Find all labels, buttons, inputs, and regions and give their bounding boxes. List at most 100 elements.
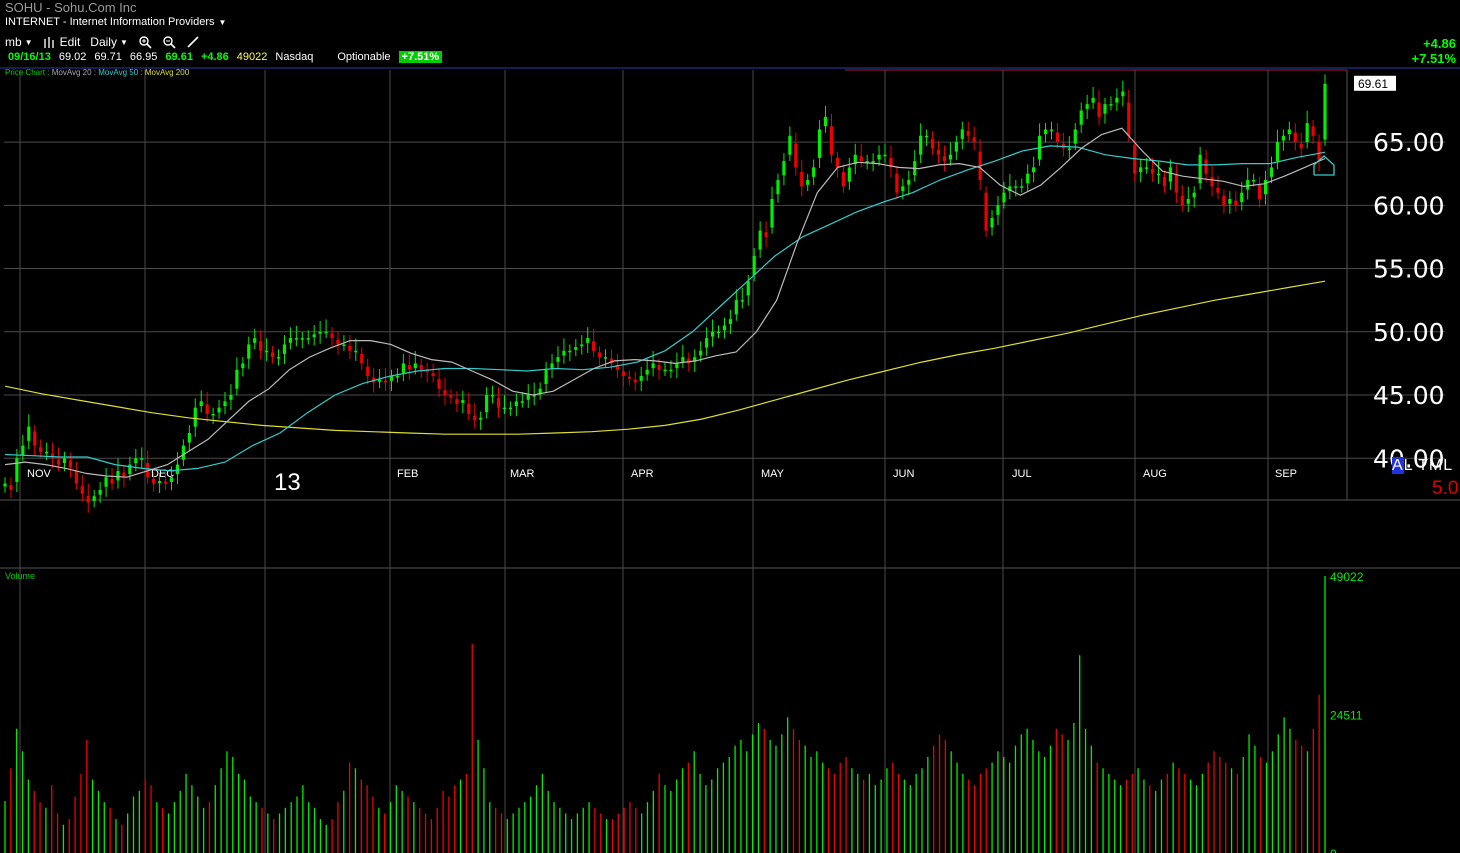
candle-body	[526, 395, 530, 400]
candle-body	[574, 346, 578, 350]
candle-body	[92, 496, 96, 501]
candle-body	[1222, 195, 1226, 206]
volume-tick-label: 49022	[1330, 570, 1364, 584]
candle-body	[1097, 102, 1101, 117]
candle-body	[710, 331, 715, 337]
month-tick-label: APR	[631, 468, 654, 480]
candle-body	[586, 338, 590, 343]
candle-body	[211, 414, 215, 416]
candle-body	[895, 173, 899, 193]
candle-body	[681, 357, 685, 362]
candle-body	[27, 426, 31, 441]
candle-body	[1180, 195, 1184, 206]
candle-body	[1263, 180, 1268, 195]
candle-body	[651, 363, 655, 369]
candle-body	[592, 341, 596, 351]
candle-body	[152, 478, 156, 484]
alt-tml-rest: L TML	[1403, 457, 1454, 474]
candle-body	[800, 172, 804, 187]
candle-body	[116, 470, 120, 481]
candle-body	[1281, 135, 1285, 141]
candle-body	[770, 199, 774, 228]
candle-body	[627, 376, 631, 379]
chart-legend: Price Chart : MovAvg 20 : MovAvg 50 : Mo…	[5, 68, 189, 77]
candle-body	[538, 388, 542, 394]
candle-body	[794, 143, 798, 168]
candle-body	[205, 404, 209, 414]
candle-body	[966, 131, 970, 136]
candle-body	[728, 319, 733, 324]
price-tick-label: 55.00	[1373, 255, 1445, 284]
candle-body	[455, 399, 459, 404]
candle-body	[324, 331, 328, 334]
candle-body	[407, 364, 411, 370]
candle-body	[657, 364, 661, 370]
candle-body	[817, 129, 822, 158]
month-tick-label: NOV	[27, 468, 52, 480]
candle-body	[98, 489, 102, 495]
candle-body	[56, 459, 61, 465]
candle-body	[568, 350, 572, 353]
month-tick-label: AUG	[1143, 468, 1167, 480]
candle-body	[449, 395, 453, 398]
candle-body	[15, 458, 19, 482]
candle-body	[306, 338, 310, 340]
candle-body	[1293, 132, 1297, 143]
side-value: 5.0	[1432, 478, 1459, 499]
alt-tml-label[interactable]: AL TML	[1392, 457, 1453, 475]
candle-body	[829, 126, 834, 155]
candle-body	[401, 363, 405, 373]
candle-body	[502, 407, 507, 410]
candle-body	[1079, 110, 1083, 125]
candle-body	[377, 379, 382, 382]
price-tick-label: 65.00	[1373, 128, 1445, 157]
price-tick-label: 45.00	[1373, 381, 1445, 410]
candle-body	[157, 481, 162, 483]
candle-body	[1121, 91, 1125, 97]
candle-body	[1186, 199, 1190, 204]
candle-body	[847, 167, 851, 182]
candle-body	[544, 369, 548, 384]
candle-body	[645, 369, 649, 375]
candle-body	[1240, 192, 1244, 203]
candle-body	[360, 353, 364, 364]
candle-body	[1210, 176, 1214, 187]
legend-ma20: MovAvg 20 :	[51, 68, 97, 77]
candle-body	[1311, 126, 1315, 136]
candle-body	[722, 325, 727, 331]
legend-price-chart: Price Chart :	[5, 68, 50, 77]
price-volume-chart[interactable]: 65.0060.0055.0050.0045.0040.00NOV DEC FEB M…	[0, 0, 1460, 853]
candle-body	[663, 369, 667, 372]
candle-body	[467, 403, 471, 414]
candle-body	[1192, 192, 1196, 198]
candle-body	[288, 338, 293, 343]
candle-body	[883, 154, 887, 157]
candle-body	[919, 135, 923, 155]
candle-body	[514, 401, 518, 407]
candle-body	[954, 142, 958, 152]
candle-body	[806, 180, 810, 185]
candle-body	[241, 363, 245, 369]
candle-body	[312, 334, 316, 338]
candle-body	[1252, 180, 1256, 182]
candle-body	[104, 477, 108, 487]
candle-body	[163, 481, 168, 484]
candle-body	[187, 432, 191, 443]
candle-body	[1055, 132, 1060, 143]
candle-body	[1073, 129, 1077, 144]
candle-body	[395, 376, 400, 378]
candle-body	[1216, 187, 1220, 193]
month-tick-label: MAR	[510, 468, 535, 480]
candle-body	[1067, 148, 1071, 150]
candle-body	[175, 464, 180, 475]
candle-body	[1014, 186, 1018, 188]
candle-body	[758, 230, 762, 250]
candle-body	[990, 217, 994, 228]
candle-body	[996, 205, 1000, 215]
candle-body	[1127, 102, 1131, 136]
candle-body	[746, 281, 750, 296]
candle-body	[508, 407, 513, 410]
month-tick-label: JUN	[893, 468, 914, 480]
candle-body	[62, 458, 67, 464]
candle-body	[1317, 142, 1321, 162]
